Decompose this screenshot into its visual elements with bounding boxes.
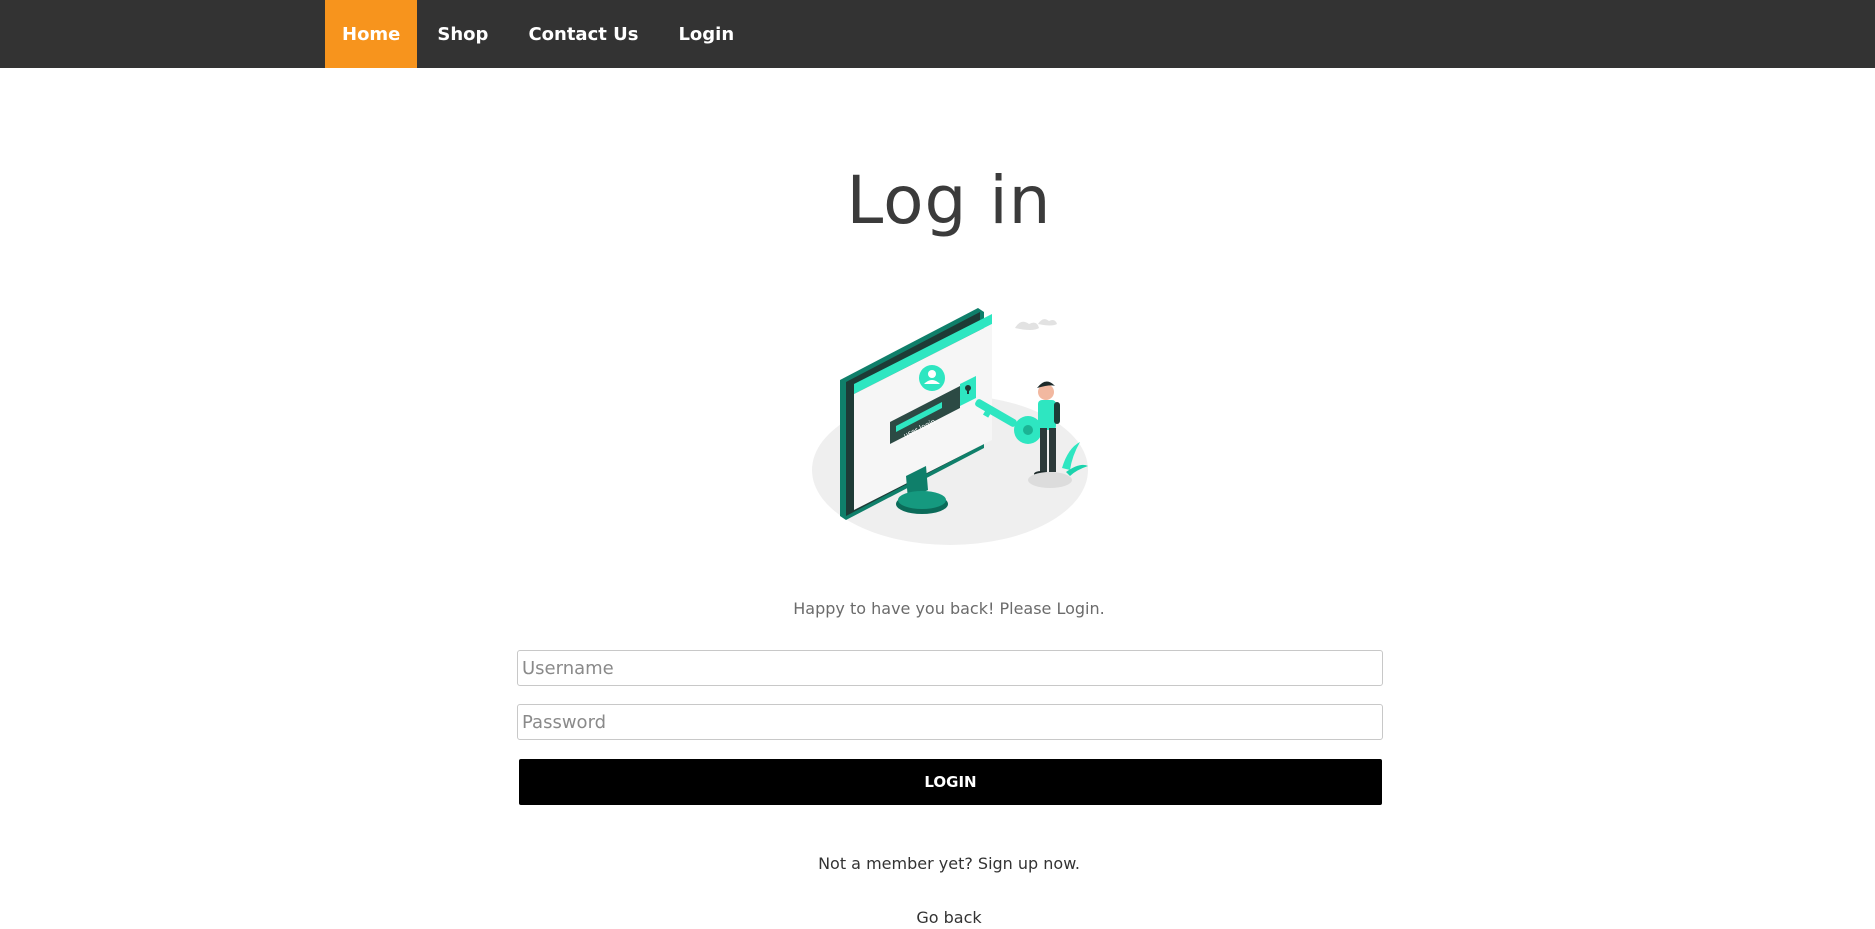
- login-button[interactable]: LOGIN: [519, 759, 1382, 805]
- top-navbar: Home Shop Contact Us Login: [0, 0, 1875, 68]
- nav-contact-link[interactable]: Contact Us: [508, 0, 658, 68]
- signup-link[interactable]: Not a member yet? Sign up now.: [0, 853, 1875, 875]
- password-input[interactable]: [517, 704, 1383, 740]
- nav-home-link[interactable]: Home: [325, 0, 418, 68]
- go-back-link[interactable]: Go back: [0, 907, 1875, 929]
- login-key-illustration-icon: user login: [812, 308, 1088, 545]
- nav-login-link[interactable]: Login: [658, 0, 754, 68]
- page-title: Log in: [846, 162, 1052, 239]
- nav-links: Home Shop Contact Us Login: [325, 0, 754, 68]
- welcome-message: Happy to have you back! Please Login.: [793, 599, 1105, 618]
- username-input[interactable]: [517, 650, 1383, 686]
- nav-shop-link[interactable]: Shop: [417, 0, 508, 68]
